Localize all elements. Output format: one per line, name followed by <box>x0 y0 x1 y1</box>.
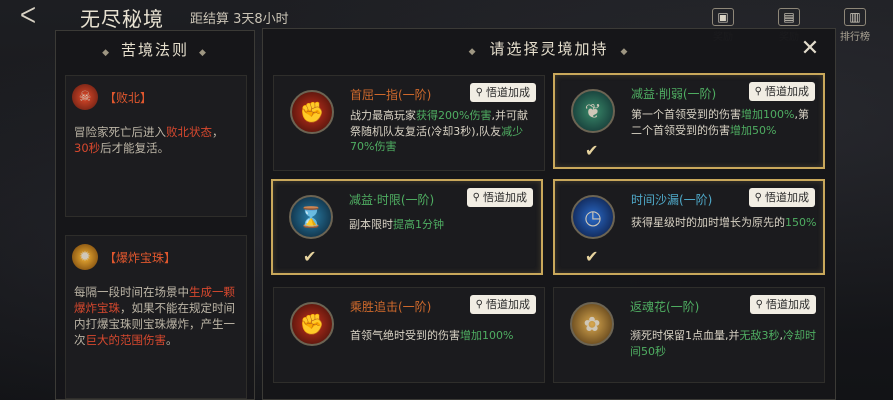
hourglass-icon: ⌛ <box>289 195 333 239</box>
enhance-button[interactable]: ⚲ 悟道加成 <box>748 82 815 101</box>
buff-name: 减益·削弱(一阶) <box>631 87 717 101</box>
buff-card-selected[interactable]: ❦ ✔ 减益·削弱(一阶) ⚲ 悟道加成 第一个首领受到的伤害增加100%,第二个… <box>553 73 825 169</box>
page-title: 无尽秘境 <box>80 7 164 31</box>
rule-card-defeat: ☠ 【败北】 冒险家死亡后进入败北状态，30秒后才能复活。 <box>65 75 247 217</box>
buff-description: 战力最高玩家获得200%伤害,并可献祭随机队友复活(冷却3秒),队友减少70%伤… <box>350 109 528 153</box>
rules-panel-title: ◆ 苦境法则 ◆ <box>56 31 254 69</box>
reward-icon: ▣ <box>712 8 734 26</box>
search-icon: ⚲ <box>475 299 483 310</box>
buff-title-text: 请选择灵境加持 <box>489 40 609 58</box>
title-ornament-left: ◆ <box>468 47 478 57</box>
enhance-button[interactable]: ⚲ 悟道加成 <box>466 188 533 207</box>
enhance-button[interactable]: ⚲ 悟道加成 <box>749 295 816 314</box>
back-button[interactable]: ᐸ <box>20 4 60 30</box>
rule-name: 【败北】 <box>104 90 153 105</box>
rule-card-bomb-orb: ✹ 【爆炸宝珠】 每隔一段时间在场景中生成一颗爆炸宝珠，如果不能在规定时间内打爆… <box>65 235 247 399</box>
title-ornament-left: ◆ <box>102 48 111 58</box>
search-icon: ⚲ <box>475 87 483 98</box>
buff-name: 首屈一指(一阶) <box>350 88 432 102</box>
title-ornament-right: ◆ <box>620 47 630 57</box>
search-icon: ⚲ <box>755 299 763 310</box>
buff-card-selected[interactable]: ⌛ ✔ 减益·时限(一阶) ⚲ 悟道加成 副本限时提高1分钟 <box>271 179 543 275</box>
buff-name: 减益·时限(一阶) <box>349 193 435 207</box>
buff-card[interactable]: ✊ 首屈一指(一阶) ⚲ 悟道加成 战力最高玩家获得200%伤害,并可献祭随机队友… <box>273 75 545 171</box>
buff-description: 获得星级时的加时增长为原先的150% <box>631 216 817 229</box>
flame-fist-icon: ✊ <box>290 302 334 346</box>
title-ornament-right: ◆ <box>199 48 208 58</box>
flower-icon: ✿ <box>570 302 614 346</box>
rank-label: 排行榜 <box>840 32 870 43</box>
enhance-button[interactable]: ⚲ 悟道加成 <box>748 188 815 207</box>
buff-description: 第一个首领受到的伤害增加100%,第二个首领受到的伤害增加50% <box>631 108 809 137</box>
rules-panel: ◆ 苦境法则 ◆ ☠ 【败北】 冒险家死亡后进入败北状态，30秒后才能复活。 ✹ 【… <box>55 30 255 400</box>
buff-description: 首领气绝时受到的伤害增加100% <box>350 329 514 342</box>
enhance-button[interactable]: ⚲ 悟道加成 <box>469 83 536 102</box>
rule-description: 每隔一段时间在场景中生成一颗爆炸宝珠，如果不能在规定时间内打爆宝珠则宝珠爆炸，产… <box>74 285 235 347</box>
buff-name: 返魂花(一阶) <box>630 300 700 314</box>
buff-card[interactable]: ✿ 返魂花(一阶) ⚲ 悟道加成 濒死时保留1点血量,并无敌3秒,冷却时间50秒 <box>553 287 825 383</box>
search-icon: ⚲ <box>754 192 762 203</box>
check-icon: ✔ <box>585 141 599 160</box>
buff-name: 时间沙漏(一阶) <box>631 193 713 207</box>
buff-description: 副本限时提高1分钟 <box>349 218 444 231</box>
search-icon: ⚲ <box>754 86 762 97</box>
buff-card[interactable]: ✊ 乘胜追击(一阶) ⚲ 悟道加成 首领气绝时受到的伤害增加100% <box>273 287 545 383</box>
check-icon: ✔ <box>585 247 599 266</box>
settlement-countdown: 距结算 3天8小时 <box>190 12 289 27</box>
search-icon: ⚲ <box>472 192 480 203</box>
clock-icon: ◷ <box>571 195 615 239</box>
rank-icon: ▥ <box>844 8 866 26</box>
enhance-button[interactable]: ⚲ 悟道加成 <box>469 295 536 314</box>
check-icon: ✔ <box>303 247 317 266</box>
close-button[interactable]: ✕ <box>799 38 821 60</box>
skull-icon: ☠ <box>72 84 98 110</box>
leaf-icon: ❦ <box>571 89 615 133</box>
bomb-icon: ✹ <box>72 244 98 270</box>
buff-selection-panel: ◆ 请选择灵境加持 ◆ ✕ ✊ 首屈一指(一阶) ⚲ 悟道加成 战力最高玩家获得200… <box>262 28 836 400</box>
gift-icon: ▤ <box>778 8 800 26</box>
rank-button[interactable]: ▥ 排行榜 <box>829 8 881 43</box>
buff-name: 乘胜追击(一阶) <box>350 300 432 314</box>
buff-description: 濒死时保留1点血量,并无敌3秒,冷却时间50秒 <box>630 329 816 358</box>
rule-name: 【爆炸宝珠】 <box>104 250 177 265</box>
rules-title-text: 苦境法则 <box>120 41 189 59</box>
buff-card-selected[interactable]: ◷ ✔ 时间沙漏(一阶) ⚲ 悟道加成 获得星级时的加时增长为原先的150% <box>553 179 825 275</box>
rule-description: 冒险家死亡后进入败北状态，30秒后才能复活。 <box>74 125 224 155</box>
fist-icon: ✊ <box>290 90 334 134</box>
buff-panel-title: ◆ 请选择灵境加持 ◆ <box>263 29 835 69</box>
